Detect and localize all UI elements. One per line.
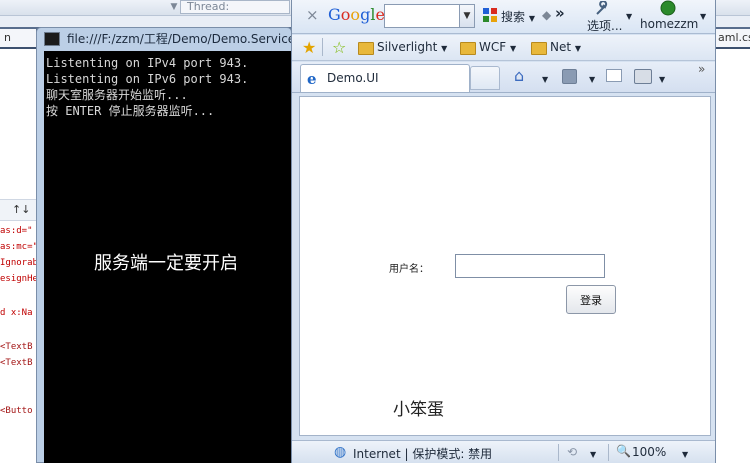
new-tab-button[interactable] <box>470 66 500 90</box>
favorite-label: WCF <box>479 40 507 54</box>
code-line: esignHe <box>0 274 38 284</box>
google-search-input[interactable] <box>384 4 460 28</box>
search-dropdown-icon[interactable]: ▼ <box>459 4 475 28</box>
code-line: as:d=" <box>0 226 33 236</box>
console-output: Listenting on IPv4 port 943. Listenting … <box>44 51 292 463</box>
username-input[interactable] <box>455 254 605 278</box>
thread-dropdown[interactable]: Thread: <box>180 0 290 14</box>
tab-title: Demo.UI <box>327 71 379 85</box>
favorite-silverlight[interactable]: Silverlight ▼ <box>377 40 447 54</box>
favorites-star-icon[interactable]: ★ <box>302 38 316 57</box>
code-line: d x:Na <box>0 308 33 318</box>
print-icon[interactable] <box>634 69 652 84</box>
favorite-wcf[interactable]: WCF ▼ <box>479 40 516 54</box>
internet-globe-icon: ◍ <box>334 444 347 460</box>
login-button[interactable]: 登录 <box>566 285 616 314</box>
code-line: <TextB <box>0 342 33 352</box>
folder-icon <box>531 42 547 55</box>
ide-tab-right[interactable]: aml.cs <box>714 29 750 47</box>
console-line: 聊天室服务器开始监听... <box>46 88 188 102</box>
username-label: 用户名： <box>389 264 429 275</box>
feeds-icon[interactable] <box>562 69 577 84</box>
favorite-net[interactable]: Net ▼ <box>550 40 581 54</box>
wrench-icon[interactable] <box>594 1 610 17</box>
folder-icon <box>460 42 476 55</box>
code-line: <Butto <box>0 406 33 416</box>
favorite-label: Silverlight <box>377 40 438 54</box>
footer-text: 小笨蛋 <box>393 400 444 420</box>
folder-icon <box>358 42 374 55</box>
options-dropdown-icon[interactable]: ▼ <box>626 8 632 22</box>
zoom-icon[interactable]: 🔍 <box>616 444 631 458</box>
ide-tab-left[interactable]: n <box>0 29 36 47</box>
console-window: file:///F:/zzm/工程/Demo/Demo.Service List… <box>36 27 292 463</box>
google-logo: Google <box>328 5 385 24</box>
more-chevron-icon[interactable]: » <box>555 4 565 22</box>
close-icon[interactable]: × <box>306 6 319 24</box>
toolbar-separator-icon: ◆ <box>542 8 552 22</box>
code-line: Ignorab <box>0 258 38 268</box>
home-icon[interactable]: ⌂ <box>514 66 524 85</box>
thread-dropdown-arrow-icon[interactable]: ▼ <box>168 1 180 13</box>
ide-right-pane <box>712 49 750 463</box>
feeds-dropdown-icon[interactable]: ▼ <box>589 71 595 85</box>
search-button[interactable]: 搜索 ▼ <box>501 8 535 25</box>
browser-window: × Google ▼ 搜索 ▼ ◆ » 选项... ▼ homezzm ▼ ★ … <box>291 0 716 463</box>
add-favorites-icon[interactable]: ☆ <box>332 38 346 57</box>
status-green-icon <box>660 0 676 16</box>
print-dropdown-icon[interactable]: ▼ <box>659 71 665 85</box>
mail-icon[interactable] <box>606 69 622 82</box>
user-dropdown-icon[interactable]: ▼ <box>700 8 706 22</box>
ide-pane-splitter[interactable]: ↑↓ <box>0 199 40 221</box>
divider <box>608 444 609 461</box>
favorite-label: Net <box>550 40 572 54</box>
divider <box>558 444 559 461</box>
code-line: <TextB <box>0 358 33 368</box>
home-dropdown-icon[interactable]: ▼ <box>542 71 548 85</box>
google-search-icon[interactable] <box>482 7 498 23</box>
ie-logo-icon: e <box>307 70 317 88</box>
zoom-level[interactable]: 100% <box>632 445 666 459</box>
tab-demo-ui[interactable]: e Demo.UI <box>300 64 470 92</box>
protected-mode-dropdown-icon[interactable]: ▼ <box>590 446 596 460</box>
divider <box>322 38 323 56</box>
user-account-button[interactable]: homezzm <box>640 17 698 31</box>
protected-mode-icon[interactable]: ⟲ <box>567 445 577 459</box>
console-line: Listenting on IPv6 port 943. <box>46 72 249 86</box>
more-tools-chevron-icon[interactable]: » <box>698 62 705 76</box>
options-label: 选项 <box>587 19 612 33</box>
favorites-bar: ★ ☆ Silverlight ▼ WCF ▼ Net ▼ <box>292 35 715 61</box>
zoom-dropdown-icon[interactable]: ▼ <box>682 446 688 460</box>
code-line: as:mc=" <box>0 242 38 252</box>
ide-code-pane: as:d=" as:mc=" Ignorab esignHe d x:Na <T… <box>0 49 40 463</box>
page-content: 用户名： 登录 小笨蛋 <box>299 96 711 436</box>
console-annotation: 服务端一定要开启 <box>94 253 238 274</box>
tab-row: e Demo.UI ⌂ ▼ ▼ ▼ » <box>292 62 715 93</box>
status-bar: ◍ Internet | 保护模式: 禁用 ⟲ ▼ 🔍 100% ▼ <box>292 440 715 463</box>
console-line: Listenting on IPv4 port 943. <box>46 56 249 70</box>
security-zone-label[interactable]: Internet | 保护模式: 禁用 <box>353 445 492 462</box>
google-toolbar: × Google ▼ 搜索 ▼ ◆ » 选项... ▼ homezzm ▼ <box>292 0 715 34</box>
options-button[interactable]: 选项... <box>587 17 622 34</box>
console-line: 按 ENTER 停止服务器监听... <box>46 104 215 118</box>
search-button-label: 搜索 <box>501 10 526 24</box>
console-title[interactable]: file:///F:/zzm/工程/Demo/Demo.Service <box>37 28 291 50</box>
